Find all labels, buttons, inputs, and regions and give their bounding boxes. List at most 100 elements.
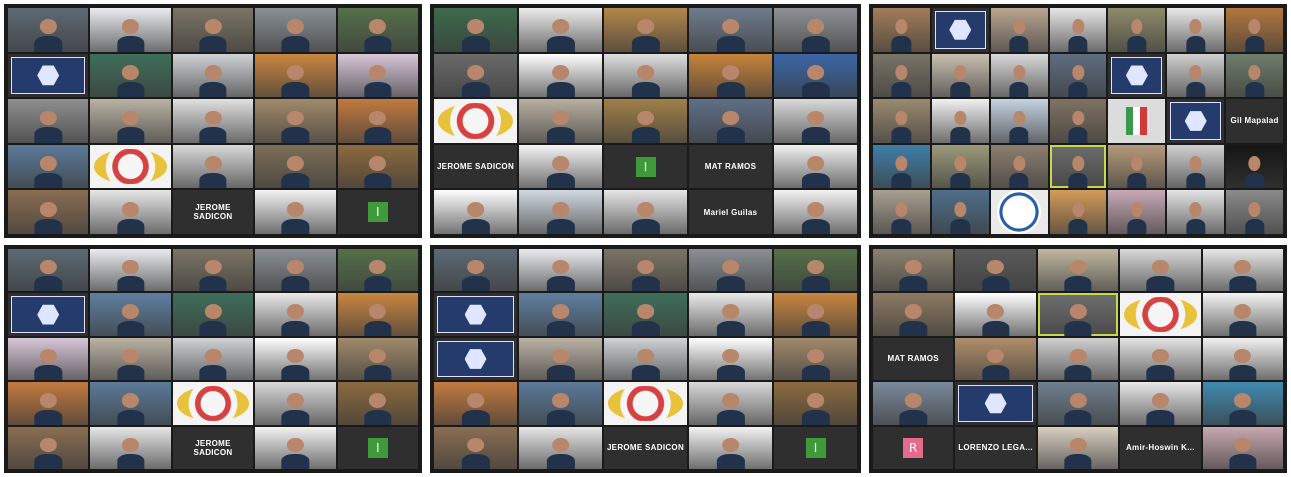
participant-tile[interactable]: I (604, 144, 687, 189)
participant-tile[interactable]: JEROME SADICON (172, 190, 254, 234)
participant-tile[interactable]: LORENZO LEGA... (955, 426, 1036, 469)
participant-tile[interactable] (604, 382, 687, 425)
participant-tile[interactable] (1167, 190, 1225, 234)
participant-tile[interactable]: Mariel Guilas (689, 190, 772, 234)
participant-tile[interactable] (434, 53, 517, 98)
participant-tile[interactable] (519, 337, 602, 381)
participant-tile[interactable] (774, 8, 857, 52)
participant-tile[interactable] (519, 8, 602, 52)
participant-tile[interactable] (434, 190, 517, 234)
participant-tile[interactable] (990, 99, 1048, 143)
participant-tile[interactable] (1049, 190, 1107, 234)
participant-tile[interactable] (1037, 382, 1119, 425)
participant-tile[interactable] (1049, 144, 1107, 189)
participant-tile[interactable] (774, 53, 857, 98)
participant-tile[interactable] (337, 144, 418, 189)
participant-tile[interactable] (1202, 293, 1283, 336)
participant-tile[interactable] (1108, 144, 1166, 189)
participant-tile[interactable] (1167, 144, 1225, 189)
participant-tile[interactable] (90, 382, 171, 425)
participant-tile[interactable] (8, 337, 89, 381)
participant-tile[interactable]: I (774, 426, 857, 469)
participant-tile[interactable] (90, 426, 171, 469)
participant-tile[interactable] (255, 8, 336, 52)
participant-tile[interactable] (990, 8, 1048, 52)
participant-tile[interactable] (873, 249, 954, 292)
participant-tile[interactable] (955, 382, 1036, 425)
participant-tile[interactable]: I (337, 426, 418, 469)
participant-tile[interactable] (8, 53, 89, 98)
participant-tile[interactable] (90, 249, 171, 292)
participant-tile[interactable] (255, 99, 336, 143)
participant-tile[interactable] (255, 53, 336, 98)
participant-tile[interactable] (873, 8, 930, 52)
participant-tile[interactable] (434, 293, 517, 336)
participant-tile[interactable] (337, 249, 418, 292)
participant-tile[interactable] (1120, 337, 1201, 381)
participant-tile[interactable] (337, 53, 418, 98)
participant-tile[interactable]: MAT RAMOS (873, 337, 954, 381)
participant-tile[interactable] (873, 144, 930, 189)
participant-tile[interactable] (1037, 337, 1119, 381)
participant-tile[interactable] (990, 144, 1048, 189)
participant-tile[interactable] (990, 53, 1048, 98)
participant-tile[interactable] (519, 99, 602, 143)
participant-tile[interactable] (689, 53, 772, 98)
participant-tile[interactable] (1120, 249, 1201, 292)
participant-tile[interactable] (8, 293, 89, 336)
participant-tile[interactable] (931, 99, 989, 143)
participant-tile[interactable] (604, 190, 687, 234)
participant-tile[interactable] (955, 337, 1036, 381)
participant-tile[interactable] (689, 382, 772, 425)
participant-tile[interactable] (873, 53, 930, 98)
participant-tile[interactable] (90, 144, 171, 189)
participant-tile[interactable] (434, 426, 517, 469)
participant-tile[interactable] (519, 190, 602, 234)
participant-tile[interactable] (1202, 426, 1283, 469)
participant-tile[interactable] (1226, 190, 1283, 234)
participant-tile[interactable] (172, 337, 254, 381)
participant-tile[interactable] (1108, 99, 1166, 143)
participant-tile[interactable] (689, 8, 772, 52)
participant-tile[interactable] (255, 426, 336, 469)
participant-tile[interactable] (1120, 382, 1201, 425)
participant-tile[interactable] (90, 337, 171, 381)
participant-tile[interactable] (1226, 144, 1283, 189)
participant-tile[interactable] (8, 144, 89, 189)
participant-tile[interactable]: JEROME SADICON (172, 426, 254, 469)
participant-tile[interactable] (1167, 53, 1225, 98)
participant-tile[interactable] (519, 53, 602, 98)
participant-tile[interactable] (434, 249, 517, 292)
participant-tile[interactable] (172, 293, 254, 336)
participant-tile[interactable] (172, 99, 254, 143)
participant-tile[interactable] (255, 190, 336, 234)
participant-tile[interactable] (8, 99, 89, 143)
participant-tile[interactable]: JEROME SADICON (604, 426, 687, 469)
participant-tile[interactable] (1167, 99, 1225, 143)
participant-tile[interactable] (873, 382, 954, 425)
participant-tile[interactable] (8, 190, 89, 234)
participant-tile[interactable] (337, 293, 418, 336)
participant-tile[interactable] (337, 337, 418, 381)
participant-tile[interactable] (255, 293, 336, 336)
participant-tile[interactable]: I (337, 190, 418, 234)
participant-tile[interactable] (519, 144, 602, 189)
participant-tile[interactable] (1108, 190, 1166, 234)
participant-tile[interactable] (774, 99, 857, 143)
participant-tile[interactable] (604, 99, 687, 143)
participant-tile[interactable] (1037, 249, 1119, 292)
participant-tile[interactable] (774, 249, 857, 292)
participant-tile[interactable] (172, 53, 254, 98)
participant-tile[interactable] (172, 144, 254, 189)
participant-tile[interactable] (337, 382, 418, 425)
participant-tile[interactable] (519, 426, 602, 469)
participant-tile[interactable] (873, 99, 930, 143)
participant-tile[interactable] (1037, 426, 1119, 469)
participant-tile[interactable] (873, 190, 930, 234)
participant-tile[interactable] (172, 382, 254, 425)
participant-tile[interactable] (931, 53, 989, 98)
participant-tile[interactable] (8, 382, 89, 425)
participant-tile[interactable] (1049, 8, 1107, 52)
participant-tile[interactable] (434, 99, 517, 143)
participant-tile[interactable] (604, 337, 687, 381)
